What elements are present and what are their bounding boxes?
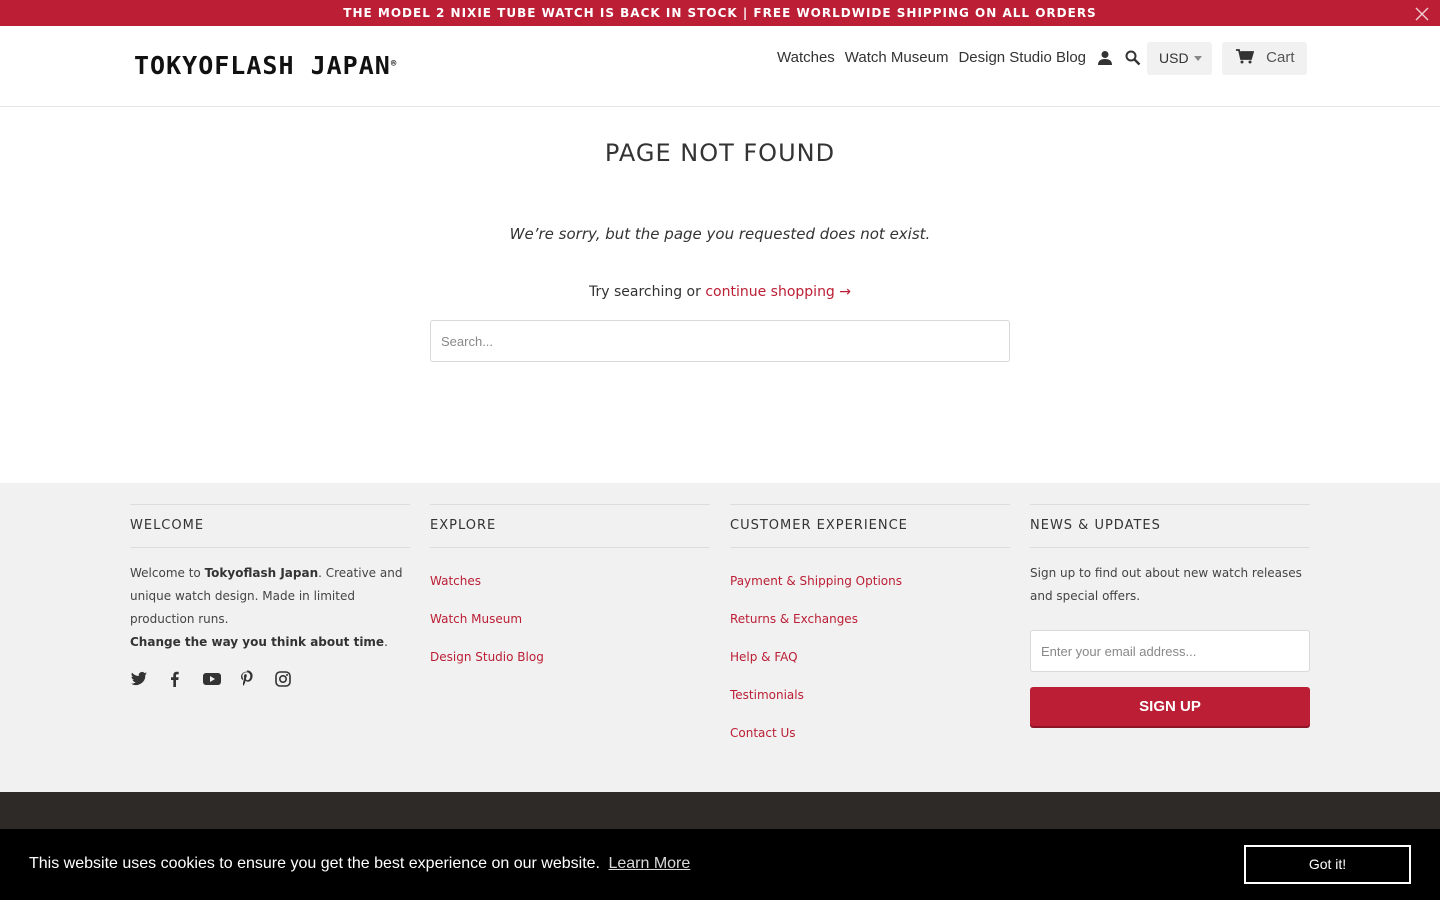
logo-mark: ®: [390, 59, 398, 69]
explore-links: Watches Watch Museum Design Studio Blog: [430, 572, 710, 666]
social-links: [130, 670, 410, 688]
search-input[interactable]: [430, 320, 1010, 362]
page-title: PAGE NOT FOUND: [604, 139, 836, 167]
sign-up-button[interactable]: SIGN UP: [1030, 687, 1310, 726]
announcement-bar: THE MODEL 2 NIXIE TUBE WATCH IS BACK IN …: [0, 0, 1440, 26]
list-item: Contact Us: [730, 724, 1010, 742]
search-icon[interactable]: [1124, 49, 1142, 67]
pinterest-icon[interactable]: [238, 670, 256, 688]
chevron-down-icon: [1194, 56, 1202, 61]
footer-welcome-title: WELCOME: [130, 504, 410, 548]
nav-watch-museum[interactable]: Watch Museum: [845, 47, 949, 69]
instagram-icon[interactable]: [274, 670, 292, 688]
footer-link-watches[interactable]: Watches: [430, 574, 481, 588]
currency-select[interactable]: USD: [1147, 42, 1212, 75]
cookie-banner: This website uses cookies to ensure you …: [0, 829, 1440, 900]
list-item: Help & FAQ: [730, 648, 1010, 666]
welcome-tagline-end: .: [384, 635, 388, 649]
announcement-text: THE MODEL 2 NIXIE TUBE WATCH IS BACK IN …: [343, 6, 1097, 20]
main-content: PAGE NOT FOUND We’re sorry, but the page…: [0, 107, 1440, 483]
welcome-text: Welcome to Tokyoflash Japan. Creative an…: [130, 562, 410, 654]
footer-welcome: WELCOME Welcome to Tokyoflash Japan. Cre…: [130, 504, 410, 688]
user-icon[interactable]: [1096, 49, 1114, 67]
email-field[interactable]: [1030, 630, 1310, 672]
list-item: Payment & Shipping Options: [730, 572, 1010, 590]
list-item: Watch Museum: [430, 610, 710, 628]
cart-icon: [1236, 49, 1266, 66]
cart-button[interactable]: Cart: [1222, 42, 1307, 75]
nav-design-studio-blog[interactable]: Design Studio Blog: [958, 47, 1086, 69]
footer-news: NEWS & UPDATES Sign up to find out about…: [1030, 504, 1310, 726]
continue-shopping-link[interactable]: continue shopping →: [705, 284, 851, 300]
footer-customer-experience: CUSTOMER EXPERIENCE Payment & Shipping O…: [730, 504, 1010, 762]
footer-bottom-bar: [0, 792, 1440, 829]
footer-customer-title: CUSTOMER EXPERIENCE: [730, 504, 1010, 548]
facebook-icon[interactable]: [166, 670, 184, 688]
footer-news-title: NEWS & UPDATES: [1030, 504, 1310, 548]
try-text: Try searching or: [588, 284, 706, 300]
footer-link-contact-us[interactable]: Contact Us: [730, 726, 796, 740]
footer-explore-title: EXPLORE: [430, 504, 710, 548]
footer-link-payment-shipping[interactable]: Payment & Shipping Options: [730, 574, 902, 588]
try-searching-text: Try searching or continue shopping →: [0, 282, 1440, 302]
nav-watches[interactable]: Watches: [777, 47, 835, 69]
main-nav: Watches Watch Museum Design Studio Blog: [777, 47, 1152, 69]
youtube-icon[interactable]: [202, 670, 221, 688]
list-item: Design Studio Blog: [430, 648, 710, 666]
close-icon[interactable]: [1414, 5, 1430, 21]
list-item: Returns & Exchanges: [730, 610, 1010, 628]
twitter-icon[interactable]: [130, 670, 148, 688]
customer-links: Payment & Shipping Options Returns & Exc…: [730, 572, 1010, 742]
site-header: TOKYOFLASH JAPAN® Watches Watch Museum D…: [0, 26, 1440, 107]
welcome-tagline: Change the way you think about time: [130, 635, 385, 649]
footer-link-design-studio-blog[interactable]: Design Studio Blog: [430, 650, 544, 664]
footer-link-testimonials[interactable]: Testimonials: [730, 688, 804, 702]
welcome-pre: Welcome to: [130, 566, 205, 580]
list-item: Watches: [430, 572, 710, 590]
footer-link-watch-museum[interactable]: Watch Museum: [430, 612, 522, 626]
error-message: We’re sorry, but the page you requested …: [509, 225, 931, 243]
site-logo[interactable]: TOKYOFLASH JAPAN®: [134, 52, 397, 80]
logo-text: TOKYOFLASH JAPAN: [134, 51, 391, 80]
cookie-text: This website uses cookies to ensure you …: [29, 855, 600, 872]
footer-link-returns[interactable]: Returns & Exchanges: [730, 612, 858, 626]
learn-more-link[interactable]: Learn More: [608, 855, 690, 872]
footer-explore: EXPLORE Watches Watch Museum Design Stud…: [430, 504, 710, 686]
currency-value: USD: [1159, 50, 1189, 66]
cookie-message: This website uses cookies to ensure you …: [29, 853, 690, 875]
site-footer: WELCOME Welcome to Tokyoflash Japan. Cre…: [0, 483, 1440, 792]
welcome-brand: Tokyoflash Japan: [204, 566, 319, 580]
cookie-accept-button[interactable]: Got it!: [1244, 845, 1411, 884]
footer-link-help-faq[interactable]: Help & FAQ: [730, 650, 798, 664]
list-item: Testimonials: [730, 686, 1010, 704]
cart-label: Cart: [1266, 49, 1295, 66]
newsletter-text: Sign up to find out about new watch rele…: [1030, 566, 1302, 603]
